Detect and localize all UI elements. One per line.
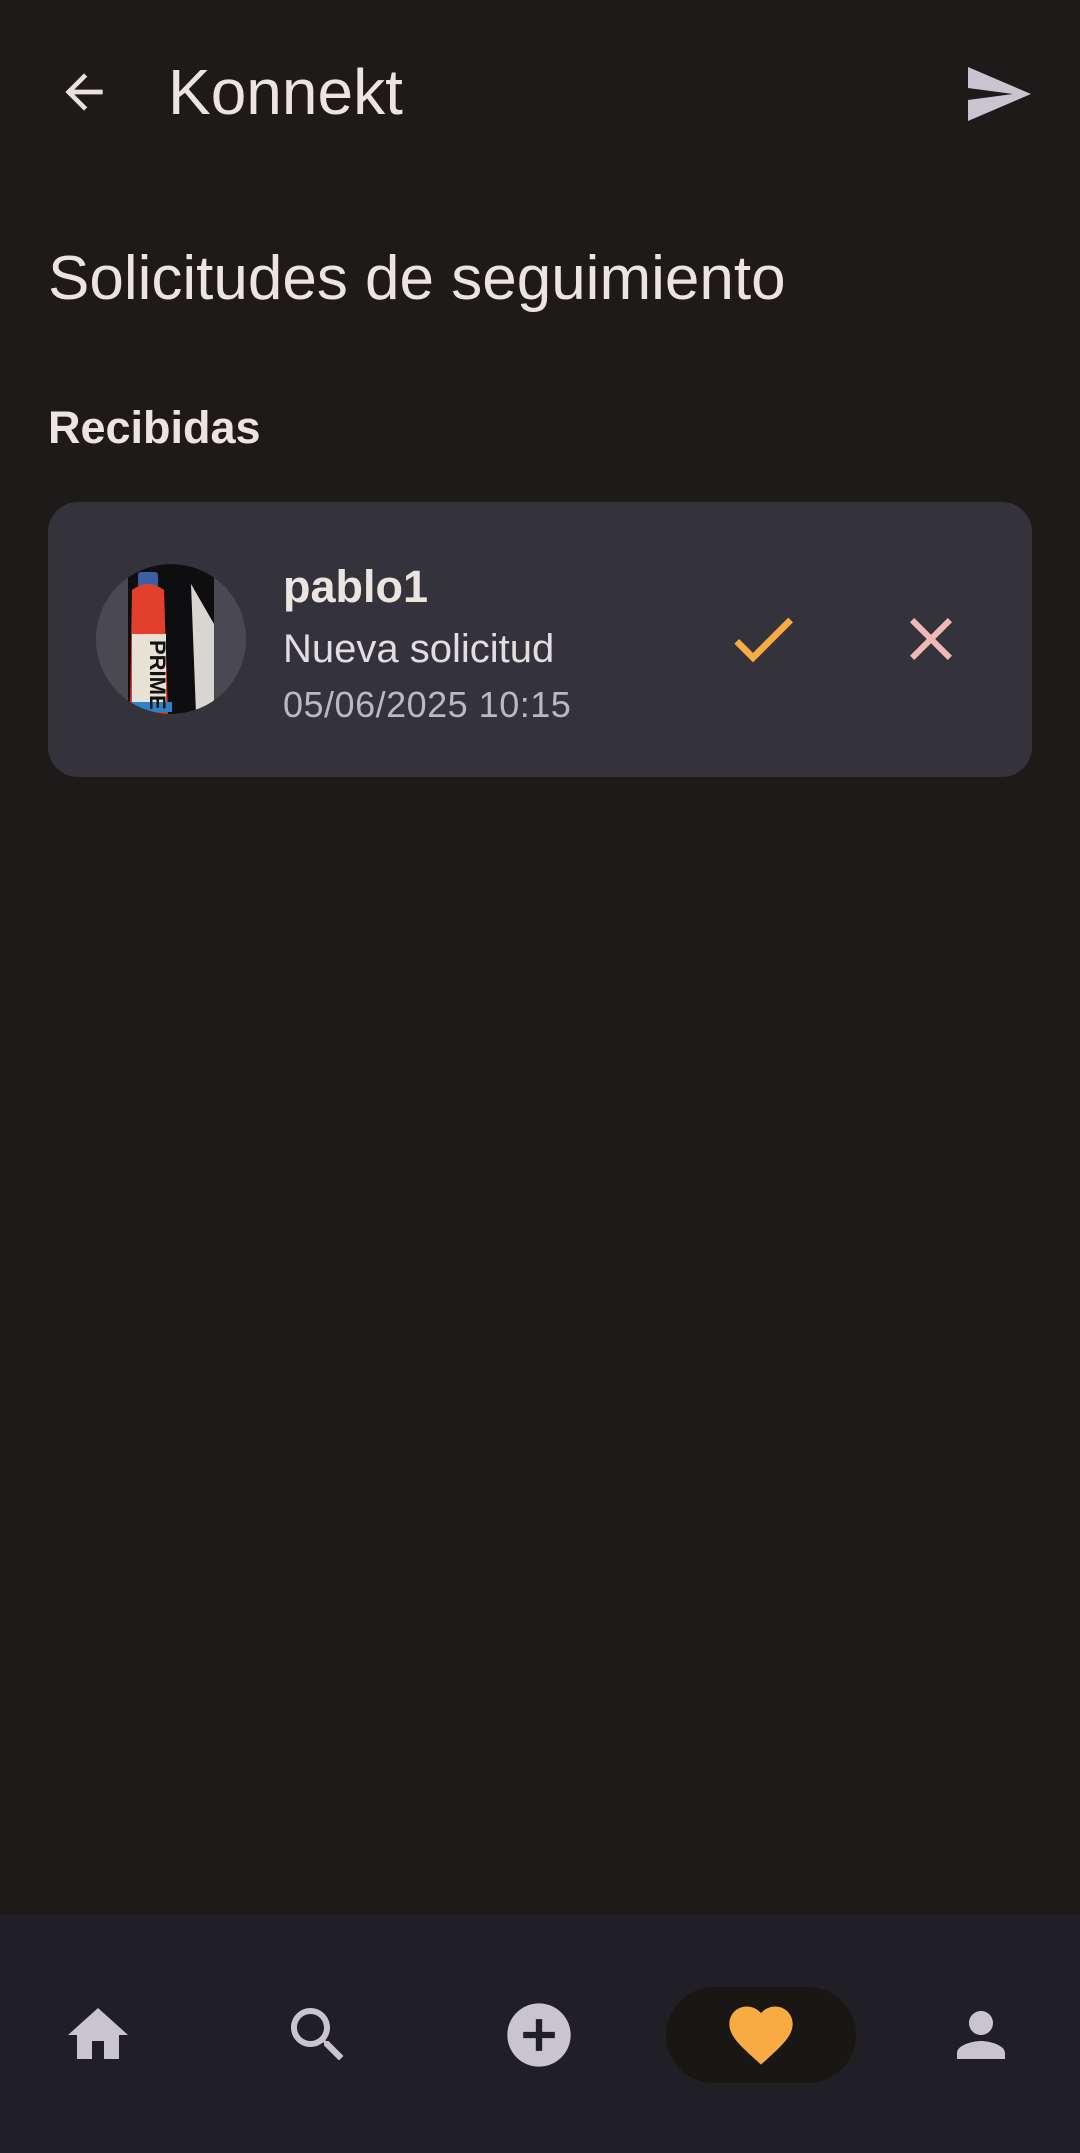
section-received-label: Recibidas: [48, 402, 261, 453]
add-circle-icon: [507, 2003, 571, 2067]
app-title: Konnekt: [168, 56, 403, 128]
nav-activity[interactable]: [713, 1987, 809, 2083]
check-icon: [734, 617, 793, 663]
person-icon: [957, 2011, 1005, 2059]
send-icon: [968, 67, 1031, 121]
close-icon: [910, 618, 952, 660]
accept-request-button[interactable]: [708, 584, 818, 694]
avatar-image: PRIME: [96, 564, 246, 714]
nav-home[interactable]: [50, 1987, 146, 2083]
request-message: Nueva solicitud: [283, 627, 555, 671]
search-icon: [291, 2008, 344, 2061]
page-title: Solicitudes de seguimiento: [48, 244, 786, 313]
follow-request-card: PRIME pablo1 Nueva solicitud 05/06/2025 …: [48, 502, 1032, 777]
top-app-bar: Konnekt: [0, 0, 1080, 190]
send-button[interactable]: [950, 52, 1046, 136]
avatar[interactable]: PRIME: [96, 564, 246, 714]
bottom-navigation: [0, 1915, 1080, 2153]
request-username[interactable]: pablo1: [283, 557, 428, 617]
nav-add[interactable]: [491, 1987, 587, 2083]
request-timestamp: 05/06/2025 10:15: [283, 684, 572, 725]
back-button[interactable]: [44, 52, 124, 132]
arrow-left-icon: [65, 73, 103, 111]
nav-search[interactable]: [270, 1987, 366, 2083]
heart-icon: [729, 2006, 793, 2065]
home-icon: [68, 2008, 128, 2059]
avatar-text: PRIME: [145, 640, 170, 710]
nav-profile[interactable]: [933, 1987, 1029, 2083]
reject-request-button[interactable]: [876, 584, 986, 694]
